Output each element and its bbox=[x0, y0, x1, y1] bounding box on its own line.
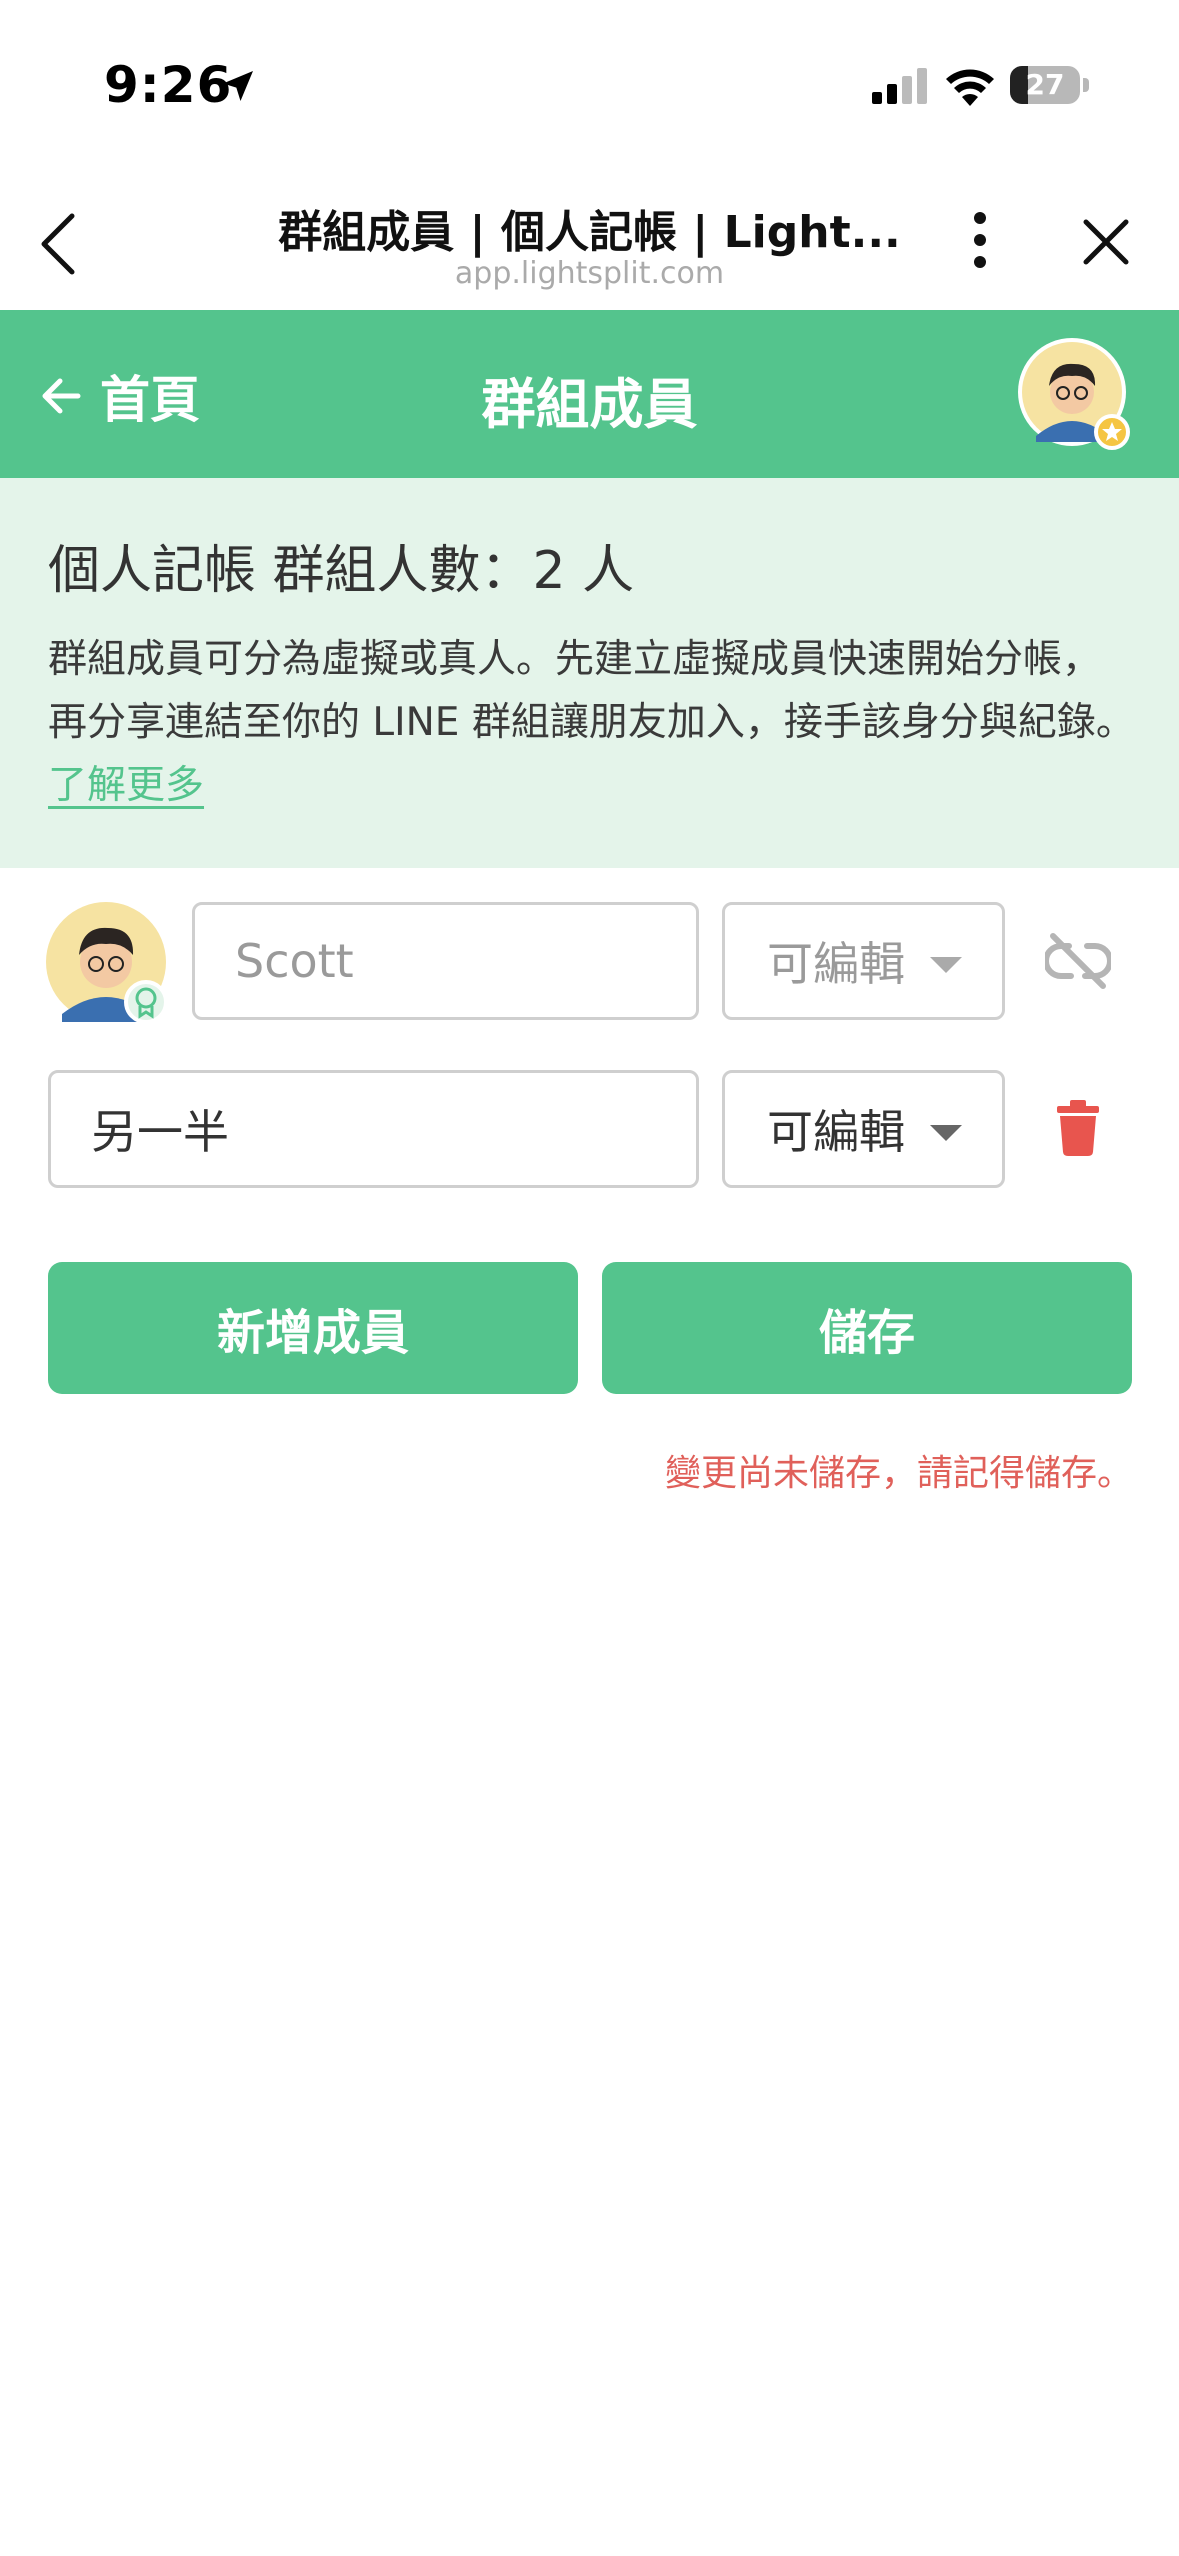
trash-icon[interactable] bbox=[1057, 1100, 1099, 1156]
info-description: 群組成員可分為虛擬或真人。先建立虛擬成員快速開始分帳，再分享連結至你的 LINE… bbox=[48, 628, 1138, 817]
member-row: 可編輯 bbox=[0, 902, 1179, 1024]
unsaved-changes-warning: 變更尚未儲存，請記得儲存。 bbox=[664, 1453, 1133, 1494]
chevron-left-icon[interactable] bbox=[38, 212, 78, 276]
member-avatar bbox=[46, 902, 168, 1024]
group-info-banner: 個人記帳 群組人數：2 人 群組成員可分為虛擬或真人。先建立虛擬成員快速開始分帳… bbox=[0, 478, 1179, 868]
battery-level: 27 bbox=[1025, 68, 1065, 101]
app-header: 首頁 群組成員 bbox=[0, 310, 1179, 478]
permission-select[interactable]: 可編輯 bbox=[722, 902, 1005, 1020]
member-name-input[interactable] bbox=[192, 902, 699, 1020]
status-bar: 9:26 27 bbox=[0, 0, 1179, 170]
permission-value: 可編輯 bbox=[767, 937, 905, 991]
user-avatar[interactable] bbox=[1016, 336, 1132, 452]
more-options-icon[interactable] bbox=[970, 210, 990, 270]
info-description-text: 群組成員可分為虛擬或真人。先建立虛擬成員快速開始分帳，再分享連結至你的 LINE… bbox=[48, 637, 1135, 745]
caret-down-icon bbox=[930, 957, 962, 973]
save-button[interactable]: 儲存 bbox=[602, 1262, 1132, 1394]
page-title: 群組成員 bbox=[481, 373, 698, 436]
caret-down-icon bbox=[930, 1125, 962, 1141]
close-icon[interactable] bbox=[1082, 218, 1130, 266]
member-row: 可編輯 bbox=[0, 1070, 1179, 1192]
group-member-count: 個人記帳 群組人數：2 人 bbox=[48, 541, 635, 601]
browser-url: app.lightsplit.com bbox=[454, 256, 725, 291]
unlink-icon[interactable] bbox=[1045, 930, 1111, 992]
location-arrow-icon bbox=[223, 71, 253, 101]
status-time: 9:26 bbox=[104, 56, 233, 114]
cellular-signal-icon bbox=[872, 68, 927, 104]
browser-page-title: 群組成員 | 個人記帳 | Light... bbox=[278, 207, 901, 258]
permission-value: 可編輯 bbox=[767, 1105, 905, 1159]
add-member-button[interactable]: 新增成員 bbox=[48, 1262, 578, 1394]
browser-toolbar: 群組成員 | 個人記帳 | Light... app.lightsplit.co… bbox=[0, 170, 1179, 310]
battery-cap bbox=[1083, 78, 1089, 92]
wifi-icon bbox=[946, 69, 994, 106]
learn-more-link[interactable]: 了解更多 bbox=[48, 763, 204, 808]
battery-indicator: 27 bbox=[1010, 66, 1080, 104]
member-name-input[interactable] bbox=[48, 1070, 699, 1188]
permission-select[interactable]: 可編輯 bbox=[722, 1070, 1005, 1188]
